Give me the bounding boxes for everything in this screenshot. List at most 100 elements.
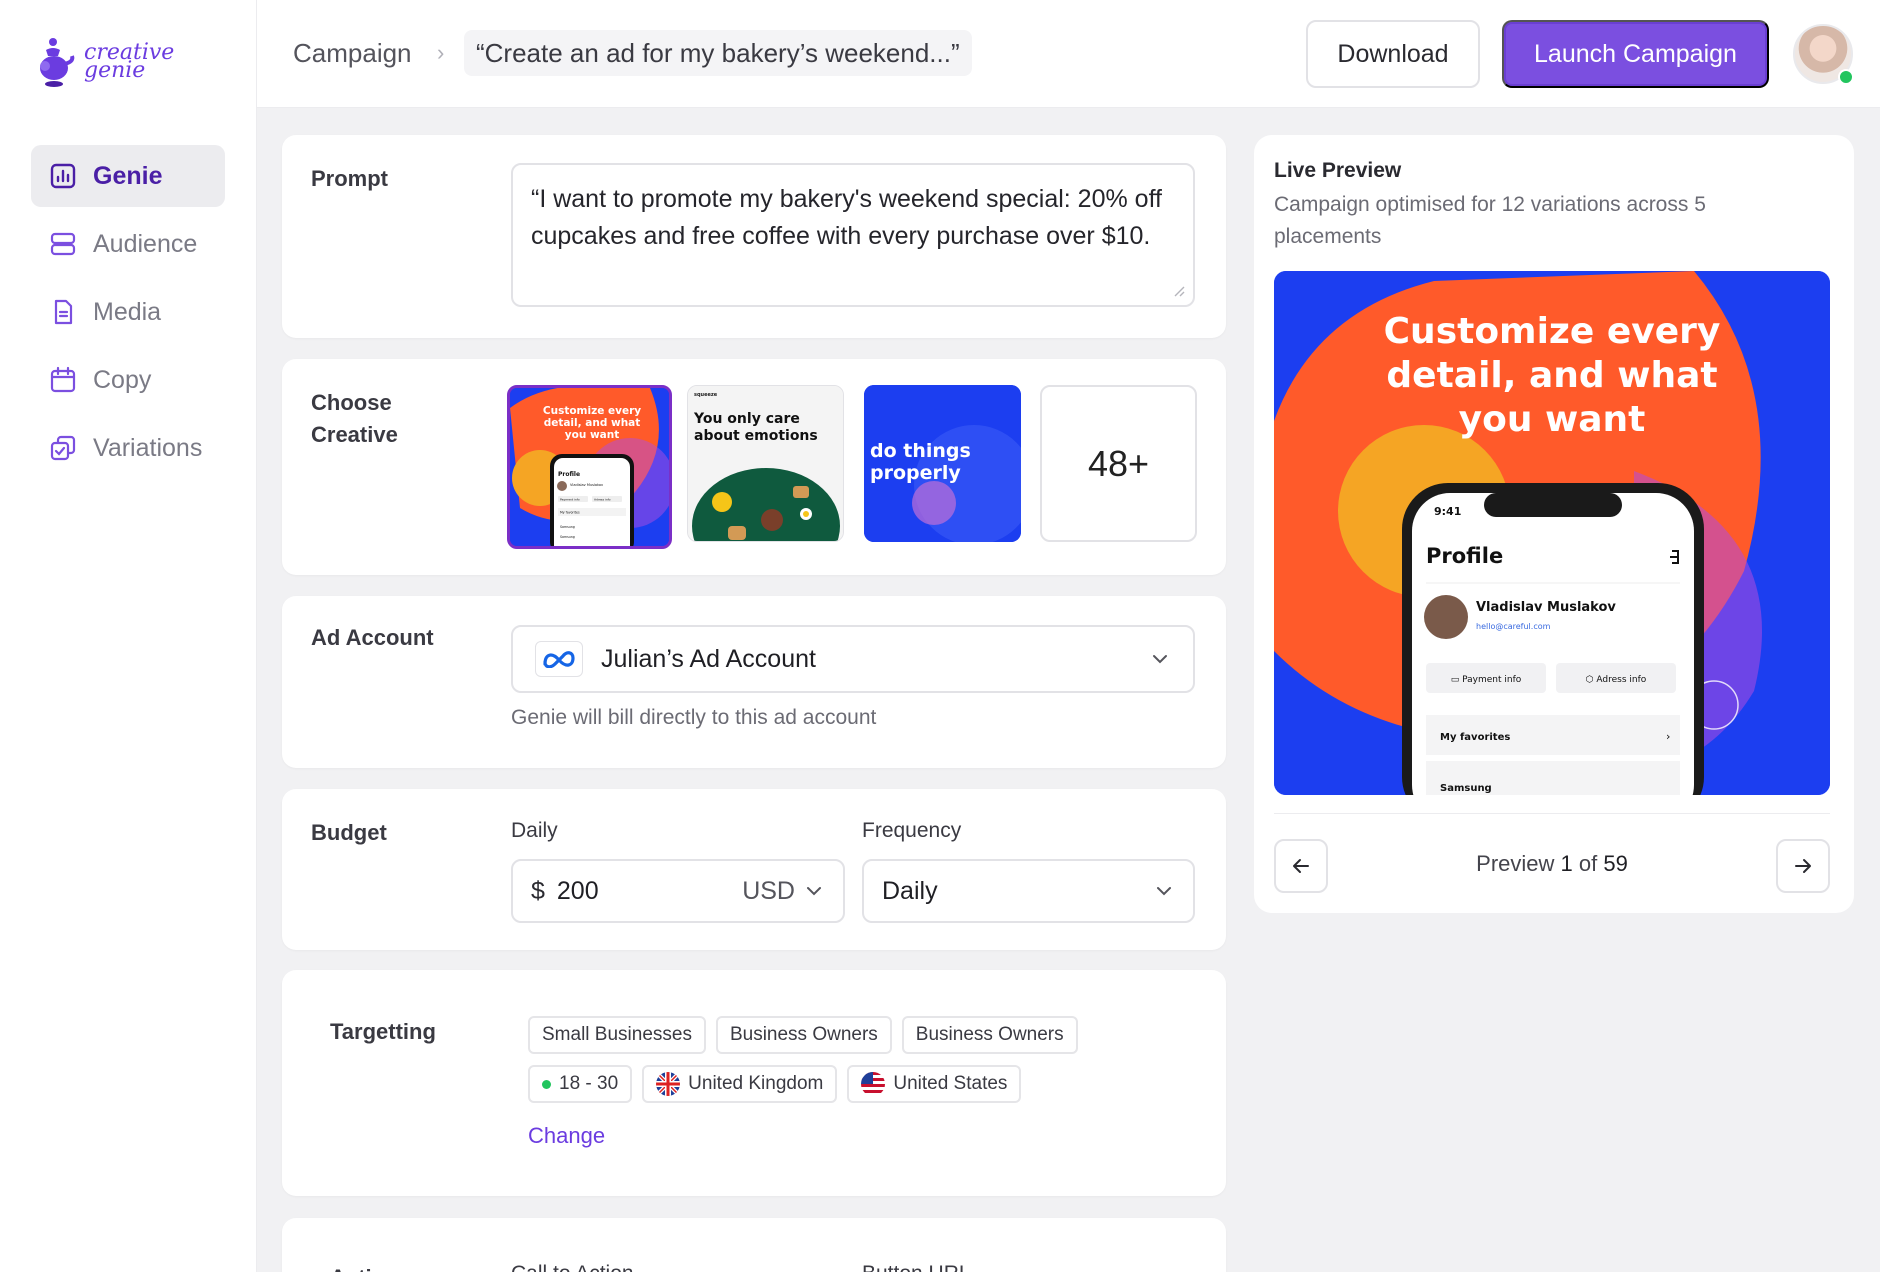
thumb2-line1: You only care	[693, 411, 800, 427]
preview-headline-line3: you want	[1459, 399, 1646, 440]
creative-thumb-2[interactable]: squeeze You only care about emotions	[687, 385, 844, 542]
frequency-select[interactable]: Daily	[862, 859, 1195, 923]
campaign-title[interactable]: “Create an ad for my bakery’s weekend...…	[464, 30, 972, 76]
nav-item-media[interactable]: Media	[31, 281, 225, 343]
preview-counter: Preview 1 of 59	[1394, 851, 1710, 877]
budget-card: Budget Daily $ 200 USD Frequency Daily	[282, 789, 1226, 950]
ad-account-value: Julian’s Ad Account	[601, 644, 816, 673]
chevron-down-icon	[807, 887, 821, 896]
interest-chip[interactable]: Business Owners	[715, 1016, 892, 1054]
country-uk: United Kingdom	[688, 1073, 824, 1094]
demographic-chips: 18 - 30 United Kingdom United States	[528, 1065, 1031, 1103]
nav-item-audience[interactable]: Audience	[31, 213, 225, 275]
nav-label-genie: Genie	[93, 161, 163, 190]
genie-lamp-icon	[40, 38, 75, 87]
sidebar: creative genie Genie Audience Media Copy…	[0, 0, 257, 1272]
thumb1-line1: Customize every	[543, 405, 641, 417]
creative-label-line2: Creative	[311, 422, 398, 447]
creative-thumb-1-art: Customize every detail, and what you wan…	[510, 388, 669, 546]
ad-account-select[interactable]: Julian’s Ad Account	[511, 625, 1195, 693]
phone-samsung-row: Samsung	[1440, 783, 1492, 794]
thumb1-mini-item1: Payment info	[560, 498, 580, 502]
preview-ad-art: Customize every detail, and what you wan…	[1274, 271, 1830, 795]
nav-label-audience: Audience	[93, 229, 198, 258]
preview-total: 59	[1603, 851, 1628, 876]
interest-chip[interactable]: Small Businesses	[528, 1016, 706, 1054]
arrow-left-icon	[1293, 859, 1309, 873]
nav-item-variations[interactable]: Variations	[31, 417, 225, 479]
country-chip-uk[interactable]: United Kingdom	[642, 1065, 838, 1103]
frequency-label: Frequency	[862, 819, 962, 842]
interest-chip[interactable]: Business Owners	[901, 1016, 1078, 1054]
ad-account-help: Genie will bill directly to this ad acco…	[511, 706, 877, 729]
document-icon	[54, 299, 73, 325]
creative-thumb-3[interactable]: do things properly	[864, 385, 1021, 542]
button-url-label: Button URL	[862, 1262, 971, 1272]
creative-card: Choose Creative Customize every detail, …	[282, 359, 1226, 575]
topbar: Campaign › “Create an ad for my bakery’s…	[257, 0, 1880, 108]
chart-icon	[50, 163, 76, 189]
nav-label-variations: Variations	[93, 433, 203, 462]
phone-user-email: hello@careful.com	[1476, 622, 1551, 631]
country-chip-us[interactable]: United States	[847, 1065, 1022, 1103]
thumb1-line2: detail, and what	[544, 417, 641, 429]
age-range: 18 - 30	[559, 1073, 619, 1094]
cta-label: Call to Action	[511, 1262, 634, 1272]
creative-label: Choose Creative	[311, 387, 398, 451]
ad-account-label: Ad Account	[311, 625, 434, 650]
chevron-down-icon	[1157, 887, 1171, 896]
phone-screen-title: Profile	[1426, 544, 1503, 568]
prompt-card: Prompt “I want to promote my bakery's we…	[282, 135, 1226, 338]
prompt-textarea[interactable]: “I want to promote my bakery's weekend s…	[511, 163, 1195, 307]
thumb1-line3: you want	[565, 429, 619, 441]
preview-next-button[interactable]	[1776, 839, 1830, 893]
preview-title: Live Preview	[1274, 159, 1402, 182]
download-button[interactable]: Download	[1306, 20, 1480, 88]
preview-of: of	[1578, 851, 1598, 876]
preview-divider	[1274, 813, 1830, 814]
thumb1-mini-item2: Adress info	[594, 498, 611, 502]
budget-label: Budget	[311, 820, 387, 845]
preview-image[interactable]: Customize every detail, and what you wan…	[1274, 271, 1830, 795]
creative-thumb-3-art: do things properly	[864, 385, 1021, 542]
preview-headline-line1: Customize every	[1384, 311, 1721, 352]
thumb3-line1: do things	[870, 440, 971, 462]
more-creatives-button[interactable]: 48+	[1040, 385, 1197, 542]
currency-select[interactable]: USD	[742, 877, 795, 906]
nav-label-copy: Copy	[93, 365, 152, 394]
nav-item-copy[interactable]: Copy	[31, 349, 225, 411]
copy-check-icon	[50, 435, 76, 461]
age-chip[interactable]: 18 - 30	[528, 1065, 633, 1103]
prompt-text: “I want to promote my bakery's weekend s…	[531, 185, 1163, 250]
ad-account-card: Ad Account Julian’s Ad Account Genie wil…	[282, 596, 1226, 768]
thumb1-mini-name: Vladislav Muslakov	[570, 483, 603, 487]
creative-thumb-1[interactable]: Customize every detail, and what you wan…	[507, 385, 672, 549]
country-us: United States	[893, 1073, 1008, 1094]
svg-text:›: ›	[1666, 730, 1670, 743]
preview-headline-line2: detail, and what	[1386, 355, 1717, 396]
budget-amount[interactable]: 200	[557, 877, 742, 906]
launch-campaign-button[interactable]: Launch Campaign	[1502, 20, 1769, 88]
preview-prev-button[interactable]	[1274, 839, 1328, 893]
targeting-label: Targetting	[330, 1019, 436, 1044]
nav-item-genie[interactable]: Genie	[31, 145, 225, 207]
brand-wordmark: creative genie	[84, 42, 174, 82]
thumb1-mini-profile: Profile	[558, 471, 580, 478]
creative-thumb-2-art: squeeze You only care about emotions	[688, 386, 843, 541]
change-targeting-link[interactable]: Change	[528, 1123, 605, 1149]
phone-user-name: Vladislav Muslakov	[1476, 600, 1616, 615]
brand-logo[interactable]: creative genie	[36, 36, 174, 88]
thumb2-brand: squeeze	[694, 392, 718, 398]
breadcrumb-separator: ›	[437, 40, 445, 65]
stack-icon	[50, 232, 76, 256]
daily-label: Daily	[511, 819, 558, 842]
daily-budget-input[interactable]: $ 200 USD	[511, 859, 845, 923]
preview-count-prefix: Preview	[1476, 851, 1555, 876]
breadcrumb-campaign[interactable]: Campaign	[293, 38, 412, 69]
resize-handle-icon[interactable]	[1171, 283, 1185, 297]
frequency-value: Daily	[882, 876, 938, 905]
thumb1-mini-fav: My favorites	[560, 511, 580, 515]
status-dot	[542, 1079, 551, 1089]
phone-time: 9:41	[1434, 505, 1461, 518]
live-preview-panel: Live Preview Campaign optimised for 12 v…	[1254, 135, 1854, 913]
